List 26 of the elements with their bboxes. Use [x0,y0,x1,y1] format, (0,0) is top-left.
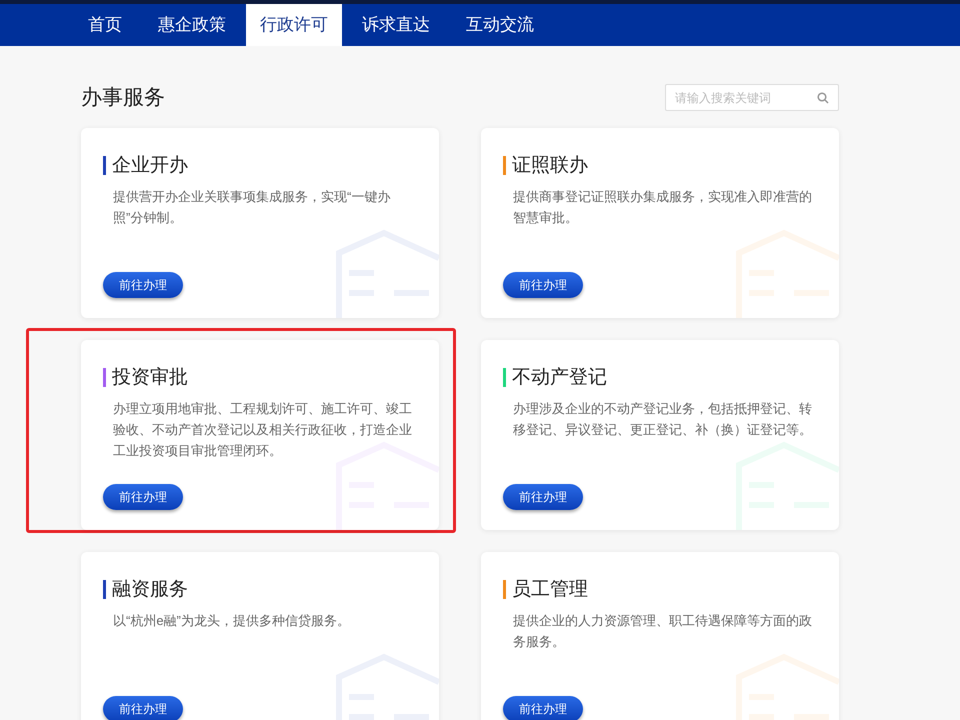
search-icon [817,92,829,104]
go-button[interactable]: 前往办理 [503,484,583,510]
go-button[interactable]: 前往办理 [503,696,583,720]
card-title: 员工管理 [512,578,588,602]
go-button[interactable]: 前往办理 [103,484,183,510]
go-button[interactable]: 前往办理 [503,272,583,298]
card-title: 投资审批 [112,366,188,390]
nav-tab[interactable]: 首页 [72,4,138,46]
go-button[interactable]: 前往办理 [103,696,183,720]
section-title: 办事服务 [81,85,165,111]
card-description: 提供营开办企业关联事项集成服务，实现“一键办照”分钟制。 [113,188,392,226]
search-field[interactable]: 请输入搜索关键词 [665,84,839,112]
card-title: 融资服务 [112,578,188,602]
card-description: 以“杭州e融”为龙头，提供多种信贷服务。 [113,612,351,630]
card-title: 证照联办 [512,154,588,178]
go-button[interactable]: 前往办理 [103,272,183,298]
nav-tab[interactable]: 惠企政策 [142,4,242,46]
nav-tab[interactable]: 行政许可 [246,4,342,46]
card-description: 提供商事登记证照联办集成服务，实现准入即准营的智慧审批。 [513,188,813,226]
card-description: 办理涉及企业的不动产登记业务，包括抵押登记、转移登记、异议登记、更正登记、补（换）证登记等。 [513,400,813,438]
card-title: 企业开办 [112,154,188,178]
card-description: 提供企业的人力资源管理、职工待遇保障等方面的政务服务。 [513,612,813,650]
nav-tab[interactable]: 互动交流 [450,4,550,46]
card-title: 不动产登记 [512,366,607,390]
nav-tab[interactable]: 诉求直达 [346,4,446,46]
card-description: 办理立项用地审批、工程规划许可、施工许可、竣工验收、不动产首次登记以及相关行政征收，打造企业工业投资项目审批管理闭环。 [113,400,413,460]
